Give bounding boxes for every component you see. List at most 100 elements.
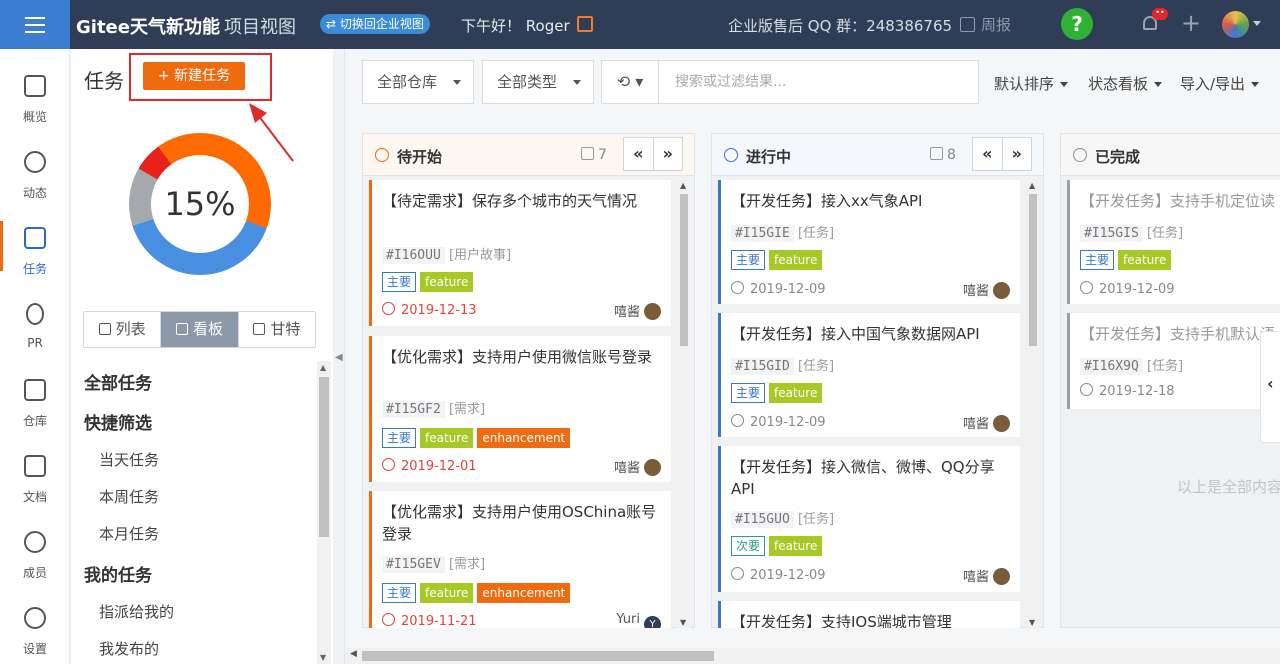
search-input[interactable]: 搜索或过滤结果...	[659, 60, 979, 104]
settings-icon	[24, 607, 46, 629]
column-title: 待开始	[397, 148, 443, 166]
column-nav-buttons: «»	[623, 137, 683, 171]
move-left-button[interactable]: «	[624, 138, 654, 170]
column-header: 进行中 8 «»	[712, 134, 1043, 176]
kanban-board: 待开始 7 «» 【待定需求】保存多个城市的天气情况 #I16OUU [用户故事…	[346, 115, 1280, 648]
hamburger-icon	[25, 23, 45, 26]
assignee-avatar	[993, 568, 1010, 585]
nav-members[interactable]: 成员	[0, 511, 70, 587]
assignee-avatar	[644, 303, 661, 320]
nav-pr[interactable]: PR	[0, 283, 70, 359]
nav-settings[interactable]: 设置	[0, 587, 70, 663]
tab-board[interactable]: 看板	[161, 312, 239, 347]
task-card[interactable]: 【开发任务】接入微信、微博、QQ分享API #I15GUO [任务] 次要 fea…	[718, 446, 1020, 592]
move-left-button[interactable]: «	[973, 138, 1003, 170]
task-card[interactable]: 【开发任务】支持手机定位读 #I15GIS [任务] 主要 feature 201…	[1067, 180, 1280, 304]
assignee-avatar: Y	[644, 616, 661, 628]
column-scrollbar[interactable]: ▲ ▼	[677, 180, 691, 628]
qq-group-text: 企业版售后 QQ 群：248386765	[728, 17, 953, 35]
column-count: 8	[930, 147, 956, 163]
column-nav-buttons: «»	[972, 137, 1032, 171]
create-plus-icon[interactable]: +	[1181, 11, 1201, 35]
document-icon	[24, 455, 46, 477]
end-of-list-text: 以上是全部内容	[1177, 478, 1280, 496]
import-export-dropdown[interactable]: 导入/导出	[1180, 73, 1260, 94]
new-task-button[interactable]: + 新建任务	[143, 62, 245, 90]
assignee-avatar	[993, 282, 1010, 299]
help-button[interactable]: ?	[1061, 8, 1093, 40]
task-icon	[24, 227, 46, 249]
panel-collapse-handle[interactable]: ◀	[333, 49, 345, 664]
task-panel: 任务 + 新建任务 15% 列表 看板 甘特 全部任务 快捷筛选 当天任务 本周…	[71, 49, 333, 664]
notification-bell-icon[interactable]: ••	[1140, 8, 1168, 34]
side-panel-handle[interactable]: ‹	[1260, 331, 1280, 443]
column-todo: 待开始 7 «» 【待定需求】保存多个城市的天气情况 #I16OUU [用户故事…	[362, 133, 695, 628]
column-in-progress: 进行中 8 «» 【开发任务】接入xx气象API #I15GIE [任务] 主要…	[711, 133, 1044, 628]
card-list: 【开发任务】支持手机定位读 #I15GIS [任务] 主要 feature 201…	[1067, 180, 1280, 628]
task-card[interactable]: 【开发任务】支持IOS端城市管理	[718, 601, 1020, 628]
nav-tasks[interactable]: 任务	[0, 207, 70, 283]
activity-icon	[24, 151, 46, 173]
task-card[interactable]: 【优化需求】支持用户使用微信账号登录 #I15GF2 [需求] 主要 featur…	[369, 336, 671, 482]
filter-today[interactable]: 当天任务	[99, 449, 159, 470]
history-icon[interactable]: ⟲ ▾	[601, 60, 659, 104]
tab-gantt[interactable]: 甘特	[239, 312, 315, 347]
brand-title[interactable]: Gitee天气新功能 项目视图	[76, 13, 296, 39]
view-tabs: 列表 看板 甘特	[83, 311, 316, 348]
tab-list[interactable]: 列表	[84, 312, 162, 347]
board-toolbar: 全部仓库 全部类型 ⟲ ▾ 搜索或过滤结果... 默认排序 状态看板 导入/导出	[346, 49, 1280, 115]
filter-scrollbar[interactable]: ▲ ▼	[317, 361, 331, 664]
card-list: 【待定需求】保存多个城市的天气情况 #I16OUU [用户故事] 主要 featu…	[369, 180, 671, 628]
greeting: 下午好！ Roger	[461, 17, 570, 35]
filter-quick-heading: 快捷筛选	[84, 414, 152, 434]
nav-overview[interactable]: 概览	[0, 55, 70, 131]
switch-enterprise-view-button[interactable]: ⇄ 切换回企业视图	[320, 14, 430, 34]
task-card[interactable]: 【优化需求】支持用户使用OSChina账号登录 #I15GEV [需求] 主要 f…	[369, 491, 671, 628]
move-right-button[interactable]: »	[1003, 138, 1032, 170]
board-horizontal-scrollbar[interactable]: ◀	[346, 648, 1280, 664]
move-right-button[interactable]: »	[654, 138, 683, 170]
column-header: 已完成	[1061, 134, 1280, 176]
filter-published-by-me[interactable]: 我发布的	[99, 638, 159, 659]
repo-filter-dropdown[interactable]: 全部仓库	[362, 60, 474, 104]
edit-profile-icon[interactable]	[577, 16, 593, 32]
nav-activity[interactable]: 动态	[0, 131, 70, 207]
members-icon	[24, 531, 46, 553]
pull-request-icon	[26, 303, 44, 325]
filter-assigned-to-me[interactable]: 指派给我的	[99, 601, 174, 622]
column-count: 7	[581, 147, 607, 163]
filter-my-tasks-heading: 我的任务	[84, 566, 152, 586]
task-card[interactable]: 【开发任务】接入中国气象数据网API #I15GID [任务] 主要 featur…	[718, 313, 1020, 437]
column-scrollbar[interactable]: ▲ ▼	[1026, 180, 1040, 628]
repository-icon	[24, 379, 46, 401]
chevron-down-icon[interactable]	[1253, 21, 1261, 26]
user-avatar[interactable]	[1222, 11, 1249, 38]
sort-dropdown[interactable]: 默认排序	[994, 73, 1069, 94]
gantt-icon	[253, 323, 266, 335]
filter-all-tasks[interactable]: 全部任务	[84, 369, 152, 394]
progress-donut-chart: 15%	[129, 133, 271, 275]
chevron-left-icon: ‹	[1267, 374, 1274, 393]
filter-this-week[interactable]: 本周任务	[99, 486, 159, 507]
column-done: 已完成 【开发任务】支持手机定位读 #I15GIS [任务] 主要 feature…	[1060, 133, 1280, 628]
done-status-icon	[1073, 148, 1087, 162]
assignee-avatar	[993, 415, 1010, 432]
nav-repository[interactable]: 仓库	[0, 359, 70, 435]
filter-list: 全部任务 快捷筛选 当天任务 本周任务 本月任务 我的任务 指派给我的 我发布的	[71, 361, 318, 664]
column-header: 待开始 7 «»	[363, 134, 694, 176]
panel-title: 任务	[84, 69, 124, 93]
filter-this-month[interactable]: 本月任务	[99, 523, 159, 544]
left-nav: 概览 动态 任务 PR 仓库 文档 成员 设置	[0, 49, 70, 664]
nav-documents[interactable]: 文档	[0, 435, 70, 511]
column-title: 进行中	[746, 148, 792, 166]
type-filter-dropdown[interactable]: 全部类型	[482, 60, 594, 104]
in-progress-status-icon	[724, 148, 738, 162]
menu-button[interactable]	[0, 0, 70, 49]
task-card[interactable]: 【待定需求】保存多个城市的天气情况 #I16OUU [用户故事] 主要 featu…	[369, 180, 671, 326]
weekly-report-link[interactable]: 周报	[960, 14, 1011, 35]
task-card[interactable]: 【开发任务】支持手机默认语 #I16X9Q [任务] 2019-12-18	[1067, 313, 1280, 409]
board-type-dropdown[interactable]: 状态看板	[1088, 73, 1163, 94]
task-card[interactable]: 【开发任务】接入xx气象API #I15GIE [任务] 主要 feature 2…	[718, 180, 1020, 304]
overview-icon	[24, 75, 46, 97]
list-icon	[98, 323, 111, 335]
